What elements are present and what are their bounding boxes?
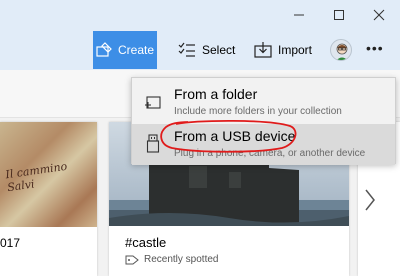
select-label: Select — [202, 43, 236, 57]
maximize-icon — [333, 9, 345, 21]
card-subtitle: Recently spotted — [125, 254, 219, 265]
maximize-button[interactable] — [322, 4, 356, 26]
import-label: Import — [278, 43, 313, 57]
close-button[interactable] — [362, 4, 396, 26]
minimize-icon — [293, 9, 305, 21]
create-button[interactable]: Create — [93, 31, 157, 69]
menu-item-description: Include more folders in your collection — [174, 106, 342, 117]
import-button[interactable]: Import — [254, 31, 312, 69]
add-folder-icon — [144, 92, 162, 115]
card-title: #castle — [125, 235, 167, 250]
create-label: Create — [117, 43, 155, 57]
minimize-button[interactable] — [282, 4, 316, 26]
chevron-right-icon[interactable] — [363, 188, 377, 217]
photo-thumbnail: Il cammino Salvi — [0, 122, 97, 227]
menu-item-from-folder[interactable]: From a folder Include more folders in yo… — [132, 82, 395, 123]
photo-card[interactable]: Il cammino Salvi 017 — [0, 122, 97, 276]
menu-item-title: From a folder — [174, 86, 258, 102]
more-options-button[interactable]: ••• — [366, 40, 384, 56]
photo-thumbnail-art: Il cammino Salvi — [4, 159, 69, 195]
tag-icon — [125, 255, 139, 265]
red-annotation-circle — [160, 119, 297, 153]
card-subtitle-text: Recently spotted — [144, 254, 219, 265]
select-checklist-icon — [178, 42, 196, 58]
close-icon — [373, 9, 385, 21]
account-avatar[interactable] — [330, 39, 352, 61]
import-icon — [254, 42, 272, 58]
card-caption: 017 — [0, 236, 21, 250]
select-button[interactable]: Select — [178, 31, 235, 69]
create-icon — [96, 42, 112, 58]
